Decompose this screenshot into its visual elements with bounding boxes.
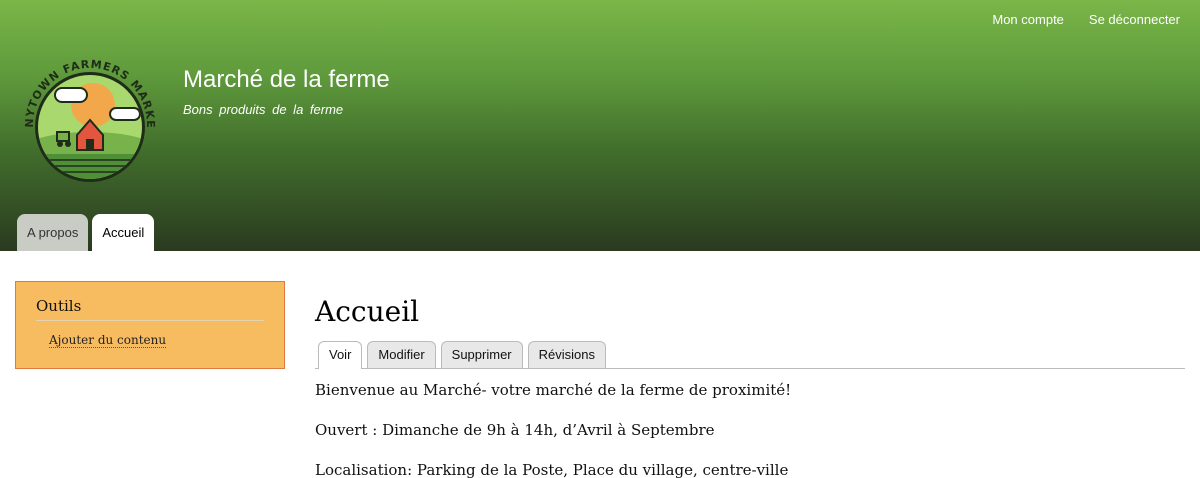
tab-revisions[interactable]: Révisions bbox=[527, 341, 606, 368]
paragraph-hours: Ouvert : Dimanche de 9h à 14h, d’Avril à… bbox=[315, 421, 715, 439]
paragraph-location: Localisation: Parking de la Poste, Place… bbox=[315, 461, 789, 478]
farm-barn-logo-icon: ANYTOWN FARMERS MARKET FARM FRESH FOOD bbox=[10, 40, 156, 182]
site-logo[interactable]: ANYTOWN FARMERS MARKET FARM FRESH FOOD bbox=[10, 40, 165, 200]
tab-supprimer[interactable]: Supprimer bbox=[440, 341, 523, 368]
site-name[interactable]: Marché de la ferme bbox=[183, 66, 390, 94]
main-menu-item-accueil[interactable]: Accueil bbox=[92, 214, 155, 251]
site-header: Mon compte Se déconnecter ANYTOWN FARMER… bbox=[0, 0, 1200, 251]
local-tabs: Voir Modifier Supprimer Révisions bbox=[315, 341, 1185, 369]
add-content-link[interactable]: Ajouter du contenu bbox=[49, 333, 167, 348]
sidebar-tools-block: Outils Ajouter du contenu bbox=[15, 281, 285, 369]
main-menu-item-a-propos[interactable]: A propos bbox=[17, 214, 89, 251]
main-menu: A propos Accueil bbox=[17, 214, 155, 251]
my-account-link[interactable]: Mon compte bbox=[992, 12, 1064, 27]
tab-modifier[interactable]: Modifier bbox=[367, 341, 436, 368]
secondary-menu: Mon compte Se déconnecter bbox=[992, 12, 1180, 27]
sidebar-title: Outils bbox=[36, 297, 82, 315]
tab-voir[interactable]: Voir bbox=[318, 341, 363, 369]
logout-link[interactable]: Se déconnecter bbox=[1089, 12, 1180, 27]
page-title: Accueil bbox=[315, 295, 420, 328]
sidebar-divider bbox=[36, 320, 264, 321]
node-body: Bienvenue au Marché- votre marché de la … bbox=[315, 381, 1185, 478]
paragraph-welcome: Bienvenue au Marché- votre marché de la … bbox=[315, 381, 792, 399]
site-slogan: Bons produits de la ferme bbox=[183, 102, 344, 117]
main-content: Accueil Voir Modifier Supprimer Révision… bbox=[315, 295, 1185, 478]
